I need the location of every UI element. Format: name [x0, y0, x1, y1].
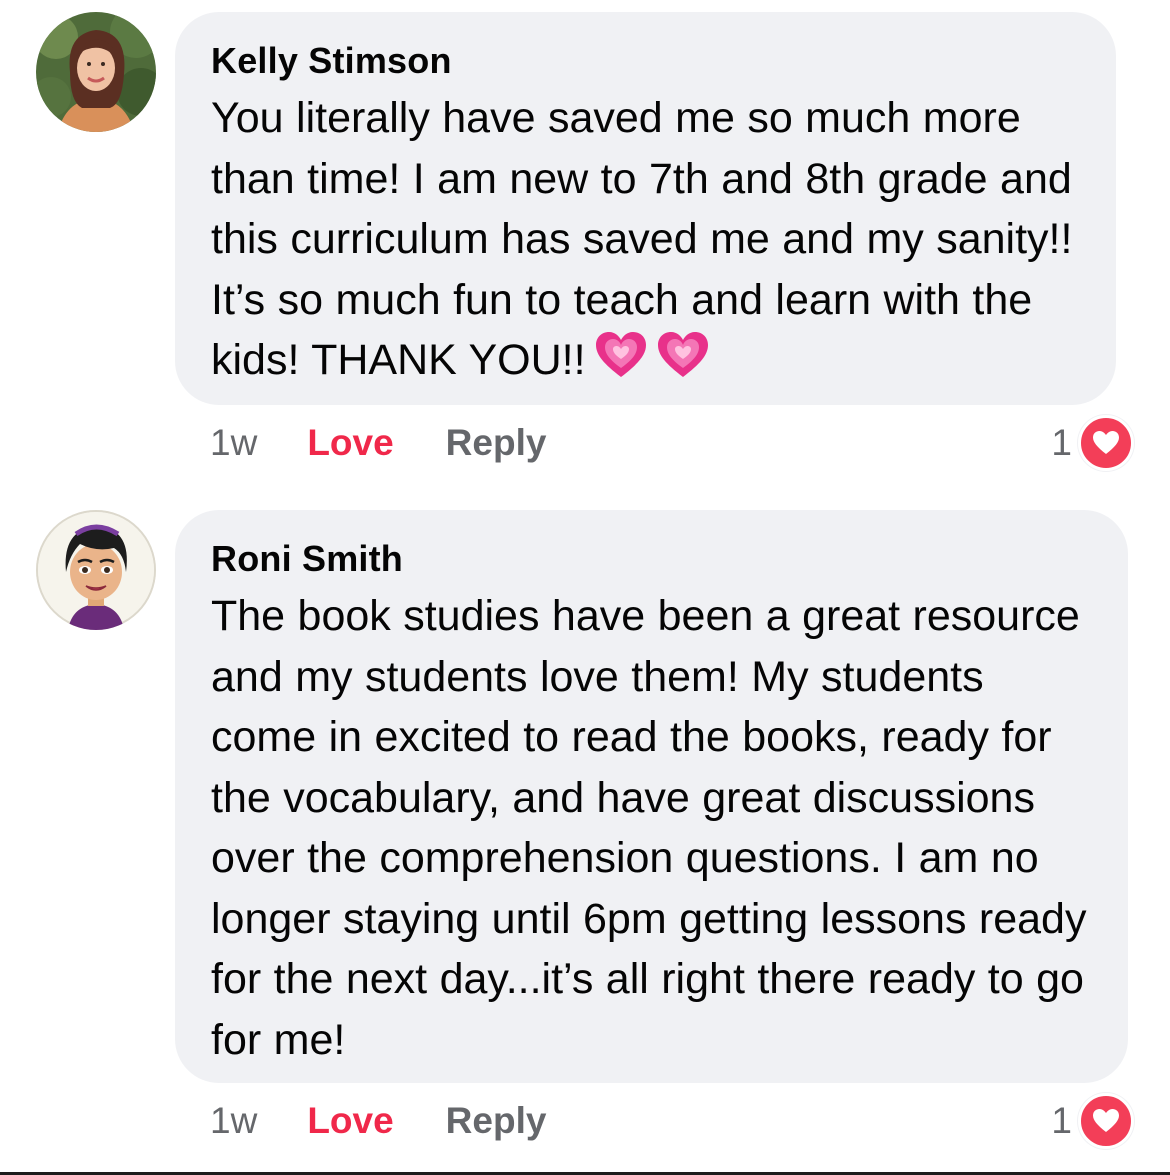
comment-bubble[interactable]: Kelly Stimson You literally have saved m…	[175, 12, 1116, 405]
comment-text: You literally have saved me so much more…	[211, 88, 1080, 397]
comment-author[interactable]: Roni Smith	[211, 536, 1092, 582]
reaction-count: 1	[1051, 1100, 1072, 1141]
reply-button[interactable]: Reply	[446, 1100, 547, 1142]
growing-heart-icon	[594, 330, 648, 397]
reaction-count: 1	[1051, 422, 1072, 463]
comment-text: The book studies have been a great resou…	[211, 586, 1092, 1070]
comment-actions: 1w Love Reply	[210, 415, 546, 471]
comment-bubble[interactable]: Roni Smith The book studies have been a …	[175, 510, 1128, 1083]
avatar[interactable]	[36, 12, 156, 132]
comment-author[interactable]: Kelly Stimson	[211, 38, 1080, 84]
reaction-summary[interactable]: 1	[1051, 415, 1134, 471]
comment-body: The book studies have been a great resou…	[211, 592, 1087, 1064]
comment-actions: 1w Love Reply	[210, 1093, 546, 1149]
heart-icon	[1078, 415, 1134, 471]
growing-heart-icon	[656, 330, 710, 397]
avatar[interactable]	[36, 510, 156, 630]
love-button[interactable]: Love	[307, 1100, 393, 1142]
comment-timestamp: 1w	[210, 422, 258, 463]
love-button[interactable]: Love	[307, 422, 393, 464]
reaction-summary[interactable]: 1	[1051, 1093, 1134, 1149]
heart-icon	[1078, 1093, 1134, 1149]
comment-timestamp: 1w	[210, 1100, 258, 1141]
reply-button[interactable]: Reply	[446, 422, 547, 464]
